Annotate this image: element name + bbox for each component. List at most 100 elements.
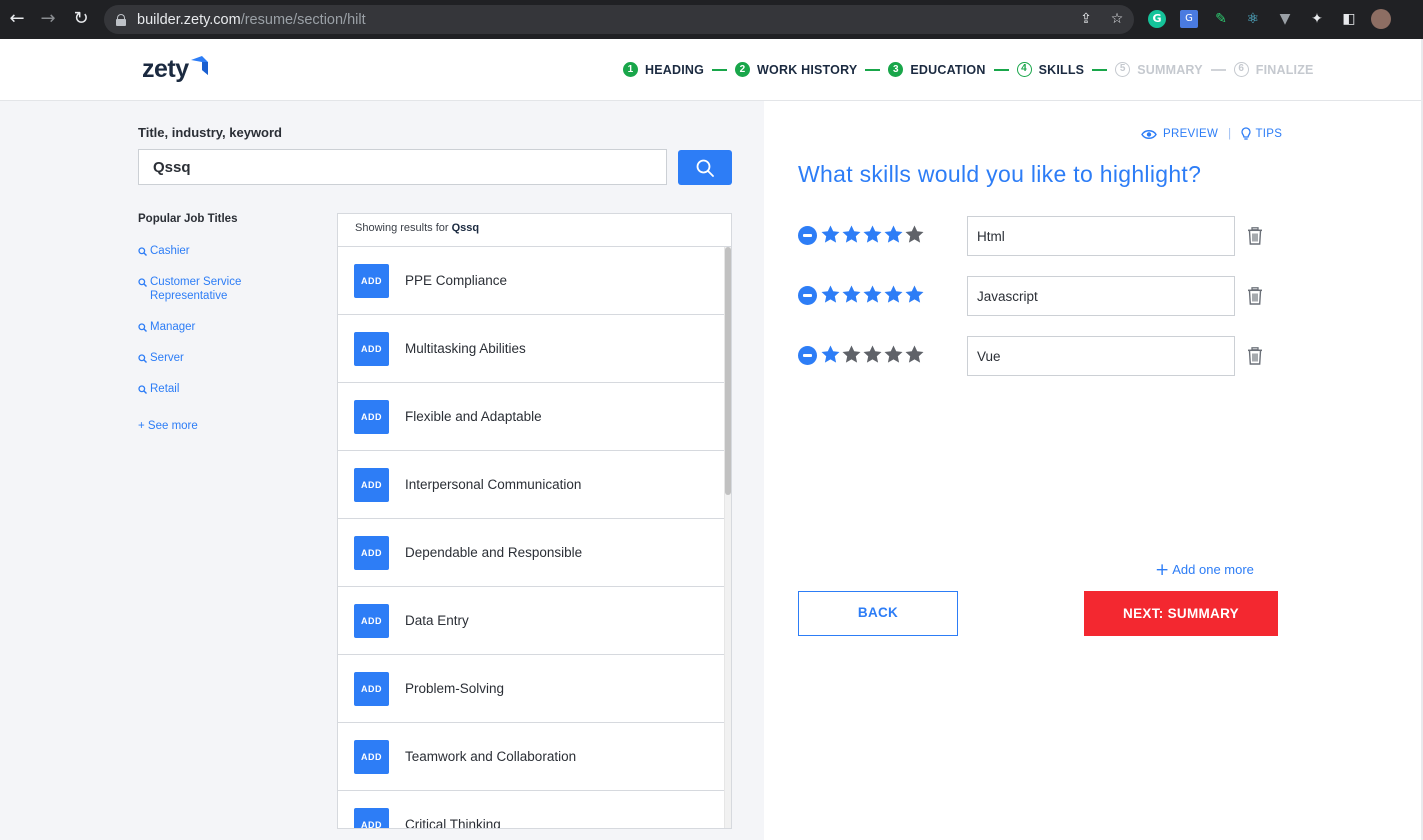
trash-icon[interactable] bbox=[1247, 287, 1263, 305]
star-icon[interactable] bbox=[820, 344, 841, 365]
star-icon[interactable] bbox=[862, 344, 883, 365]
step-label: HEADING bbox=[645, 62, 705, 77]
add-one-more-link[interactable]: + Add one more bbox=[1155, 561, 1254, 578]
star-icon[interactable] bbox=[841, 344, 862, 365]
add-skill-button[interactable]: ADD bbox=[354, 603, 389, 638]
share-icon[interactable]: ⇪ bbox=[1077, 10, 1095, 28]
skill-name-input[interactable] bbox=[967, 216, 1235, 256]
add-skill-button[interactable]: ADD bbox=[354, 331, 389, 366]
minus-circle-icon[interactable] bbox=[798, 346, 817, 365]
search-button[interactable] bbox=[678, 150, 732, 185]
star-icon[interactable] bbox=[883, 284, 904, 305]
popular-job-link-server[interactable]: Server bbox=[138, 351, 318, 365]
back-button[interactable]: BACK bbox=[798, 591, 958, 636]
result-row: ADD Interpersonal Communication bbox=[338, 451, 725, 519]
add-skill-button[interactable]: ADD bbox=[354, 399, 389, 434]
star-icon[interactable] bbox=[904, 344, 925, 365]
add-skill-button[interactable]: ADD bbox=[354, 671, 389, 706]
add-skill-button[interactable]: ADD bbox=[354, 739, 389, 774]
skill-rating bbox=[820, 344, 925, 365]
result-skill-label[interactable]: Teamwork and Collaboration bbox=[405, 749, 576, 764]
profile-avatar[interactable] bbox=[1371, 9, 1391, 29]
results-scrollbar[interactable] bbox=[724, 247, 731, 828]
popular-job-link-cashier[interactable]: Cashier bbox=[138, 244, 318, 258]
star-icon[interactable] bbox=[841, 284, 862, 305]
puzzle-extensions-icon[interactable]: ✦ bbox=[1308, 10, 1326, 28]
reload-icon[interactable]: ↻ bbox=[71, 9, 91, 29]
result-row: ADD PPE Compliance bbox=[338, 247, 725, 315]
step-label: FINALIZE bbox=[1255, 62, 1314, 77]
translate-icon[interactable]: G bbox=[1180, 10, 1198, 28]
add-skill-button[interactable]: ADD bbox=[354, 535, 389, 570]
result-skill-label[interactable]: Multitasking Abilities bbox=[405, 341, 526, 356]
step-education[interactable]: 3 EDUCATION bbox=[888, 62, 985, 77]
address-bar[interactable]: builder.zety.com/resume/section/hilt ⇪ ☆ bbox=[104, 5, 1134, 34]
result-skill-label[interactable]: Flexible and Adaptable bbox=[405, 409, 542, 424]
star-icon[interactable] bbox=[841, 224, 862, 245]
star-icon[interactable] bbox=[862, 224, 883, 245]
results-query: Qssq bbox=[451, 222, 480, 234]
result-skill-label[interactable]: Problem-Solving bbox=[405, 681, 504, 696]
step-skills[interactable]: 4 SKILLS bbox=[1016, 62, 1085, 77]
star-icon[interactable] bbox=[820, 284, 841, 305]
step-connector bbox=[993, 68, 1009, 71]
bookmark-star-icon[interactable]: ☆ bbox=[1108, 10, 1126, 28]
tips-link[interactable]: TIPS bbox=[1255, 128, 1282, 140]
scrollbar-thumb[interactable] bbox=[725, 247, 731, 495]
skill-row bbox=[798, 276, 1268, 316]
star-icon[interactable] bbox=[820, 224, 841, 245]
vue-devtools-icon[interactable]: ▼ bbox=[1276, 10, 1294, 28]
result-skill-label[interactable]: Data Entry bbox=[405, 613, 469, 628]
browser-toolbar: ← → ↻ builder.zety.com/resume/section/hi… bbox=[0, 0, 1423, 39]
pen-extension-icon[interactable]: ✎ bbox=[1212, 10, 1230, 28]
step-connector bbox=[712, 68, 728, 71]
result-skill-label[interactable]: PPE Compliance bbox=[405, 273, 507, 288]
step-connector bbox=[1092, 68, 1108, 71]
minus-circle-icon[interactable] bbox=[798, 286, 817, 305]
star-icon[interactable] bbox=[883, 224, 904, 245]
star-icon[interactable] bbox=[904, 284, 925, 305]
popular-job-label: Server bbox=[150, 352, 184, 364]
add-skill-button[interactable]: ADD bbox=[354, 807, 389, 828]
result-skill-label[interactable]: Dependable and Responsible bbox=[405, 545, 582, 560]
popular-job-link-retail[interactable]: Retail bbox=[138, 382, 318, 396]
next-summary-button[interactable]: NEXT: SUMMARY bbox=[1084, 591, 1278, 636]
step-number: 1 bbox=[623, 62, 638, 77]
popular-job-label: Cashier bbox=[150, 245, 190, 257]
star-icon[interactable] bbox=[862, 284, 883, 305]
add-skill-button[interactable]: ADD bbox=[354, 467, 389, 502]
back-arrow-icon[interactable]: ← bbox=[7, 9, 27, 29]
results-list: ADD PPE Compliance ADD Multitasking Abilit… bbox=[338, 247, 725, 828]
popular-job-link-customer-service[interactable]: Customer Service Representative bbox=[138, 275, 250, 303]
react-devtools-icon[interactable]: ⚛ bbox=[1244, 10, 1262, 28]
step-number: 3 bbox=[888, 62, 904, 77]
preview-link[interactable]: PREVIEW bbox=[1163, 128, 1218, 140]
skill-name-input[interactable] bbox=[967, 336, 1235, 376]
result-skill-label[interactable]: Interpersonal Communication bbox=[405, 477, 581, 492]
side-panel-icon[interactable]: ◧ bbox=[1340, 10, 1358, 28]
results-prefix: Showing results for bbox=[355, 222, 449, 234]
logo[interactable]: zety bbox=[142, 55, 189, 84]
forward-arrow-icon[interactable]: → bbox=[38, 9, 58, 29]
star-icon[interactable] bbox=[904, 224, 925, 245]
popular-job-label: Customer Service Representative bbox=[150, 276, 242, 302]
minus-circle-icon[interactable] bbox=[798, 226, 817, 245]
step-heading[interactable]: 1 HEADING bbox=[623, 62, 704, 77]
top-links: PREVIEW | TIPS bbox=[1141, 127, 1282, 141]
popular-job-link-manager[interactable]: Manager bbox=[138, 320, 318, 334]
search-input[interactable] bbox=[138, 149, 667, 185]
skill-search-panel: Title, industry, keyword Popular Job Tit… bbox=[0, 101, 764, 840]
skill-rating bbox=[820, 284, 925, 305]
star-icon[interactable] bbox=[883, 344, 904, 365]
result-row: ADD Multitasking Abilities bbox=[338, 315, 725, 383]
trash-icon[interactable] bbox=[1247, 347, 1263, 365]
app-header: zety 1 HEADING 2 WORK HISTORY 3 EDUCATION 4… bbox=[0, 39, 1423, 101]
add-skill-button[interactable]: ADD bbox=[354, 263, 389, 298]
step-connector bbox=[1210, 68, 1226, 71]
skill-name-input[interactable] bbox=[967, 276, 1235, 316]
grammarly-icon[interactable]: G bbox=[1148, 10, 1166, 28]
result-skill-label[interactable]: Critical Thinking bbox=[405, 817, 501, 828]
see-more-link[interactable]: + See more bbox=[138, 420, 198, 432]
step-work-history[interactable]: 2 WORK HISTORY bbox=[735, 62, 857, 77]
trash-icon[interactable] bbox=[1247, 227, 1263, 245]
